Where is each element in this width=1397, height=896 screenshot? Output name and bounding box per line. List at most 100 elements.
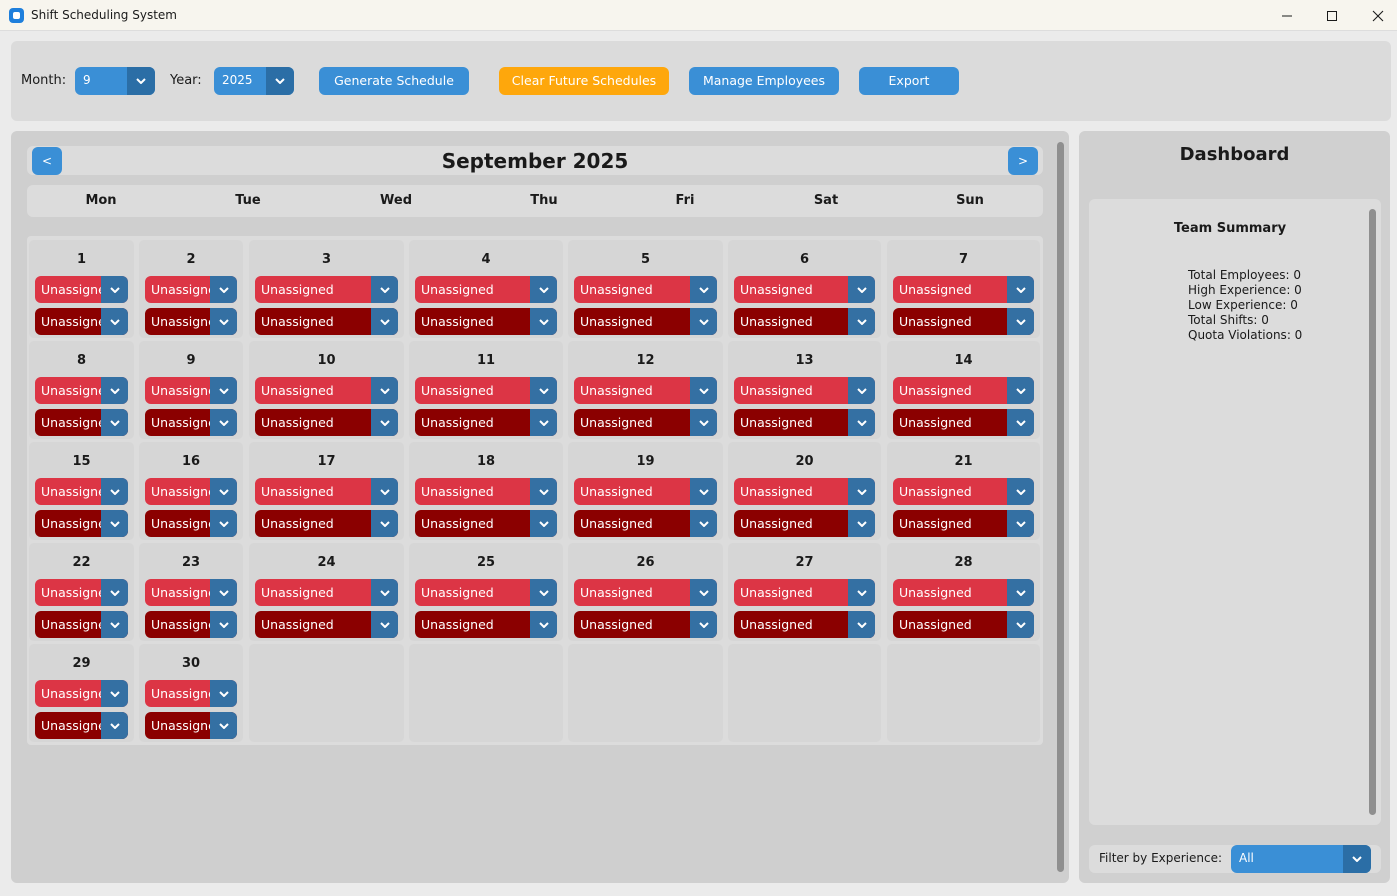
shift1-select[interactable]: Unassigned — [415, 377, 557, 404]
shift2-select[interactable]: Unassigned — [145, 510, 237, 537]
shift1-dropdown-arrow[interactable] — [210, 478, 237, 505]
experience-filter-select[interactable]: All — [1231, 845, 1371, 873]
shift2-dropdown-arrow[interactable] — [101, 308, 128, 335]
shift2-dropdown-arrow[interactable] — [530, 308, 557, 335]
shift1-dropdown-arrow[interactable] — [848, 276, 875, 303]
shift2-dropdown-arrow[interactable] — [210, 409, 237, 436]
shift1-select[interactable]: Unassigned — [35, 680, 128, 707]
shift2-dropdown-arrow[interactable] — [101, 712, 128, 739]
shift1-select[interactable]: Unassigned — [255, 478, 398, 505]
shift2-select[interactable]: Unassigned — [35, 308, 128, 335]
month-dropdown-arrow[interactable] — [127, 67, 155, 95]
shift1-dropdown-arrow[interactable] — [371, 579, 398, 606]
shift2-dropdown-arrow[interactable] — [1007, 409, 1034, 436]
shift1-dropdown-arrow[interactable] — [101, 478, 128, 505]
shift1-select[interactable]: Unassigned — [734, 579, 875, 606]
shift1-select[interactable]: Unassigned — [35, 478, 128, 505]
clear-future-schedules-button[interactable]: Clear Future Schedules — [499, 67, 669, 95]
shift2-select[interactable]: Unassigned — [255, 510, 398, 537]
shift1-select[interactable]: Unassigned — [574, 377, 717, 404]
shift2-dropdown-arrow[interactable] — [1007, 510, 1034, 537]
shift1-select[interactable]: Unassigned — [415, 478, 557, 505]
shift2-select[interactable]: Unassigned — [734, 409, 875, 436]
shift2-dropdown-arrow[interactable] — [210, 308, 237, 335]
shift1-select[interactable]: Unassigned — [893, 276, 1034, 303]
shift2-select[interactable]: Unassigned — [893, 611, 1034, 638]
shift2-select[interactable]: Unassigned — [145, 409, 237, 436]
shift2-select[interactable]: Unassigned — [145, 308, 237, 335]
year-select[interactable]: 2025 — [214, 67, 294, 95]
shift2-select[interactable]: Unassigned — [255, 611, 398, 638]
shift1-dropdown-arrow[interactable] — [1007, 478, 1034, 505]
shift2-dropdown-arrow[interactable] — [690, 308, 717, 335]
shift1-select[interactable]: Unassigned — [415, 276, 557, 303]
shift1-dropdown-arrow[interactable] — [1007, 579, 1034, 606]
shift2-dropdown-arrow[interactable] — [371, 409, 398, 436]
dashboard-scrollbar[interactable] — [1369, 209, 1376, 815]
shift2-dropdown-arrow[interactable] — [371, 308, 398, 335]
shift2-select[interactable]: Unassigned — [734, 611, 875, 638]
shift2-select[interactable]: Unassigned — [35, 510, 128, 537]
shift1-select[interactable]: Unassigned — [734, 377, 875, 404]
shift1-dropdown-arrow[interactable] — [530, 478, 557, 505]
shift2-select[interactable]: Unassigned — [574, 510, 717, 537]
shift1-dropdown-arrow[interactable] — [530, 276, 557, 303]
shift1-dropdown-arrow[interactable] — [371, 377, 398, 404]
generate-schedule-button[interactable]: Generate Schedule — [319, 67, 469, 95]
shift2-dropdown-arrow[interactable] — [101, 409, 128, 436]
shift2-select[interactable]: Unassigned — [893, 308, 1034, 335]
shift2-select[interactable]: Unassigned — [893, 510, 1034, 537]
shift2-select[interactable]: Unassigned — [145, 712, 237, 739]
shift1-dropdown-arrow[interactable] — [101, 680, 128, 707]
shift1-select[interactable]: Unassigned — [255, 276, 398, 303]
shift2-dropdown-arrow[interactable] — [1007, 308, 1034, 335]
shift2-dropdown-arrow[interactable] — [210, 712, 237, 739]
shift2-dropdown-arrow[interactable] — [371, 510, 398, 537]
shift1-dropdown-arrow[interactable] — [848, 579, 875, 606]
shift1-select[interactable]: Unassigned — [893, 579, 1034, 606]
shift2-select[interactable]: Unassigned — [893, 409, 1034, 436]
shift2-dropdown-arrow[interactable] — [210, 510, 237, 537]
shift1-dropdown-arrow[interactable] — [210, 579, 237, 606]
shift2-dropdown-arrow[interactable] — [101, 510, 128, 537]
shift1-select[interactable]: Unassigned — [734, 276, 875, 303]
shift2-select[interactable]: Unassigned — [574, 611, 717, 638]
shift2-dropdown-arrow[interactable] — [848, 510, 875, 537]
shift1-dropdown-arrow[interactable] — [848, 377, 875, 404]
shift1-select[interactable]: Unassigned — [574, 579, 717, 606]
shift1-select[interactable]: Unassigned — [145, 276, 237, 303]
shift2-select[interactable]: Unassigned — [734, 308, 875, 335]
year-dropdown-arrow[interactable] — [266, 67, 294, 95]
calendar-scrollbar[interactable] — [1057, 142, 1064, 872]
shift2-dropdown-arrow[interactable] — [690, 510, 717, 537]
shift2-select[interactable]: Unassigned — [574, 409, 717, 436]
maximize-button[interactable] — [1309, 0, 1355, 31]
shift2-dropdown-arrow[interactable] — [101, 611, 128, 638]
shift1-select[interactable]: Unassigned — [145, 579, 237, 606]
shift2-select[interactable]: Unassigned — [255, 308, 398, 335]
shift2-dropdown-arrow[interactable] — [1007, 611, 1034, 638]
shift2-select[interactable]: Unassigned — [574, 308, 717, 335]
shift2-dropdown-arrow[interactable] — [530, 409, 557, 436]
shift2-select[interactable]: Unassigned — [415, 409, 557, 436]
shift1-select[interactable]: Unassigned — [893, 478, 1034, 505]
shift2-select[interactable]: Unassigned — [415, 510, 557, 537]
shift2-select[interactable]: Unassigned — [35, 611, 128, 638]
shift1-select[interactable]: Unassigned — [35, 579, 128, 606]
shift1-select[interactable]: Unassigned — [574, 478, 717, 505]
shift2-select[interactable]: Unassigned — [415, 611, 557, 638]
shift1-dropdown-arrow[interactable] — [371, 276, 398, 303]
shift2-select[interactable]: Unassigned — [35, 712, 128, 739]
shift1-select[interactable]: Unassigned — [255, 579, 398, 606]
shift1-dropdown-arrow[interactable] — [210, 377, 237, 404]
shift2-dropdown-arrow[interactable] — [371, 611, 398, 638]
shift1-dropdown-arrow[interactable] — [530, 579, 557, 606]
shift2-select[interactable]: Unassigned — [255, 409, 398, 436]
close-button[interactable] — [1355, 0, 1397, 31]
filter-dropdown-arrow[interactable] — [1343, 845, 1371, 873]
shift1-dropdown-arrow[interactable] — [690, 276, 717, 303]
shift1-dropdown-arrow[interactable] — [690, 478, 717, 505]
shift2-dropdown-arrow[interactable] — [210, 611, 237, 638]
shift1-dropdown-arrow[interactable] — [1007, 276, 1034, 303]
minimize-button[interactable] — [1264, 0, 1310, 31]
